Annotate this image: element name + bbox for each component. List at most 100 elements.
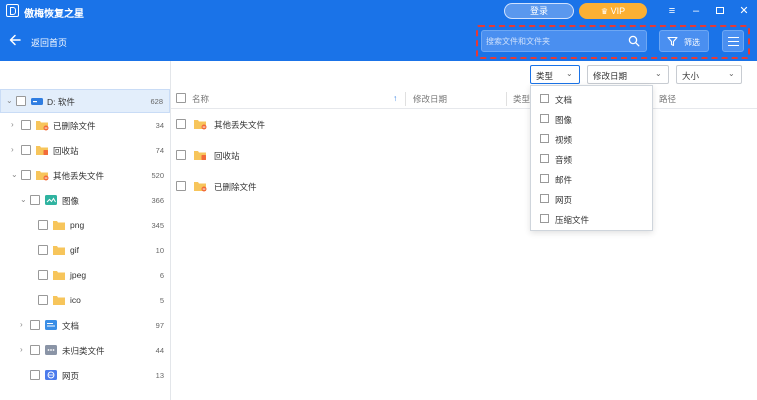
tree-item-unclassified[interactable]: › 未归类文件 44 (0, 339, 170, 363)
deleted-folder-icon (194, 182, 207, 192)
type-option-audio[interactable]: 音频 (531, 149, 652, 169)
sort-arrow-icon[interactable]: ↑ (393, 93, 397, 103)
search-input[interactable] (486, 34, 624, 48)
app-logo-icon (6, 4, 19, 17)
checkbox[interactable] (176, 119, 186, 129)
checkbox[interactable] (30, 195, 40, 205)
type-option-mail[interactable]: 邮件 (531, 169, 652, 189)
checkbox[interactable] (540, 174, 549, 183)
settings-menu-icon[interactable]: ≡ (664, 3, 680, 19)
checkbox[interactable] (38, 295, 48, 305)
tree-item-label: 回收站 (53, 146, 79, 156)
checkbox[interactable] (540, 114, 549, 123)
checkbox[interactable] (176, 181, 186, 191)
checkbox[interactable] (38, 220, 48, 230)
chevron-down-icon: ⌄ (655, 69, 662, 78)
checkbox[interactable] (21, 120, 31, 130)
column-path[interactable]: 路径 (659, 93, 676, 105)
checkbox[interactable] (21, 145, 31, 155)
item-count: 345 (151, 221, 164, 230)
date-filter-select[interactable]: 修改日期 ⌄ (587, 65, 669, 84)
tree-item-images[interactable]: ⌄ 图像 366 (0, 189, 170, 213)
checkbox[interactable] (540, 94, 549, 103)
item-count: 520 (151, 171, 164, 180)
recycle-bin-icon (194, 151, 206, 160)
chevron-right-icon[interactable]: › (11, 145, 19, 155)
checkbox[interactable] (176, 150, 186, 160)
chevron-right-icon[interactable]: › (20, 345, 28, 355)
date-filter-label: 修改日期 (593, 71, 628, 81)
tree-item-png[interactable]: png 345 (0, 214, 170, 238)
login-button[interactable]: 登录 (504, 3, 574, 19)
chevron-right-icon[interactable]: › (20, 320, 28, 330)
minimize-icon[interactable]: – (688, 3, 704, 19)
tree-item-recycle-bin[interactable]: › 回收站 74 (0, 139, 170, 163)
maximize-icon[interactable] (712, 3, 728, 19)
close-icon[interactable]: ✕ (736, 3, 752, 19)
back-arrow-icon[interactable] (8, 33, 22, 47)
tree-item-lost-files[interactable]: ⌄ 其他丢失文件 520 (0, 164, 170, 188)
type-filter-label: 类型 (536, 71, 554, 81)
type-filter-select[interactable]: 类型 ⌄ (530, 65, 580, 84)
type-filter-dropdown: 文档 图像 视频 音频 邮件 网页 压缩文件 (530, 85, 653, 231)
tree-item-webpages[interactable]: 网页 13 (0, 364, 170, 388)
chevron-down-icon[interactable]: ⌄ (6, 96, 14, 106)
tree-item-label: 已删除文件 (53, 121, 96, 131)
tree-item-gif[interactable]: gif 10 (0, 239, 170, 263)
back-home-link[interactable]: 返回首页 (31, 36, 67, 49)
column-modified[interactable]: 修改日期 (413, 93, 447, 105)
checkbox[interactable] (21, 170, 31, 180)
option-label: 视频 (555, 135, 573, 145)
checkbox[interactable] (540, 154, 549, 163)
filter-button[interactable]: 筛选 (659, 30, 709, 52)
filter-icon (667, 36, 678, 47)
type-option-webpages[interactable]: 网页 (531, 189, 652, 209)
table-row[interactable]: 其他丢失文件 (171, 110, 757, 140)
search-icon[interactable] (628, 35, 640, 47)
item-count: 34 (155, 121, 164, 130)
list-menu-button[interactable] (722, 30, 744, 52)
item-count: 13 (155, 371, 164, 380)
vip-button[interactable]: ♛ VIP (579, 3, 647, 19)
tree-item-label: D: 软件 (47, 97, 75, 107)
tree-item-jpeg[interactable]: jpeg 6 (0, 264, 170, 288)
checkbox[interactable] (30, 370, 40, 380)
column-divider (506, 92, 507, 106)
column-type[interactable]: 类型 (513, 93, 530, 105)
checkbox[interactable] (16, 96, 26, 106)
chevron-right-icon[interactable]: › (11, 120, 19, 130)
chevron-down-icon[interactable]: ⌄ (20, 195, 28, 205)
document-category-icon (45, 320, 57, 330)
type-option-archives[interactable]: 压缩文件 (531, 209, 652, 229)
checkbox[interactable] (540, 214, 549, 223)
option-label: 文档 (555, 95, 573, 105)
select-all-checkbox[interactable] (176, 93, 186, 103)
chevron-down-icon: ⌄ (728, 69, 735, 78)
chevron-down-icon[interactable]: ⌄ (11, 170, 19, 180)
checkbox[interactable] (540, 194, 549, 203)
type-option-video[interactable]: 视频 (531, 129, 652, 149)
table-row[interactable]: 已删除文件 (171, 172, 757, 202)
size-filter-select[interactable]: 大小 ⌄ (676, 65, 742, 84)
item-count: 6 (159, 271, 164, 280)
tree-item-drive[interactable]: ⌄ D: 软件 628 (0, 89, 170, 113)
type-option-images[interactable]: 图像 (531, 109, 652, 129)
checkbox[interactable] (30, 320, 40, 330)
checkbox[interactable] (38, 245, 48, 255)
table-row[interactable]: 回收站 (171, 141, 757, 171)
checkbox[interactable] (30, 345, 40, 355)
title-bar: 傲梅恢复之星 登录 ♛ VIP ≡ – ✕ (0, 0, 757, 22)
checkbox[interactable] (38, 270, 48, 280)
chevron-down-icon: ⌄ (566, 69, 573, 78)
checkbox[interactable] (540, 134, 549, 143)
item-count: 44 (155, 346, 164, 355)
folder-icon (53, 246, 65, 255)
column-name[interactable]: 名称 (192, 93, 209, 105)
type-option-documents[interactable]: 文档 (531, 89, 652, 109)
tree-item-deleted[interactable]: › 已删除文件 34 (0, 114, 170, 138)
search-box[interactable] (481, 30, 647, 52)
tree-item-label: 未归类文件 (62, 346, 105, 356)
tree-item-documents[interactable]: › 文档 97 (0, 314, 170, 338)
tree-item-ico[interactable]: ico 5 (0, 289, 170, 313)
tree-item-label: jpeg (70, 270, 87, 280)
